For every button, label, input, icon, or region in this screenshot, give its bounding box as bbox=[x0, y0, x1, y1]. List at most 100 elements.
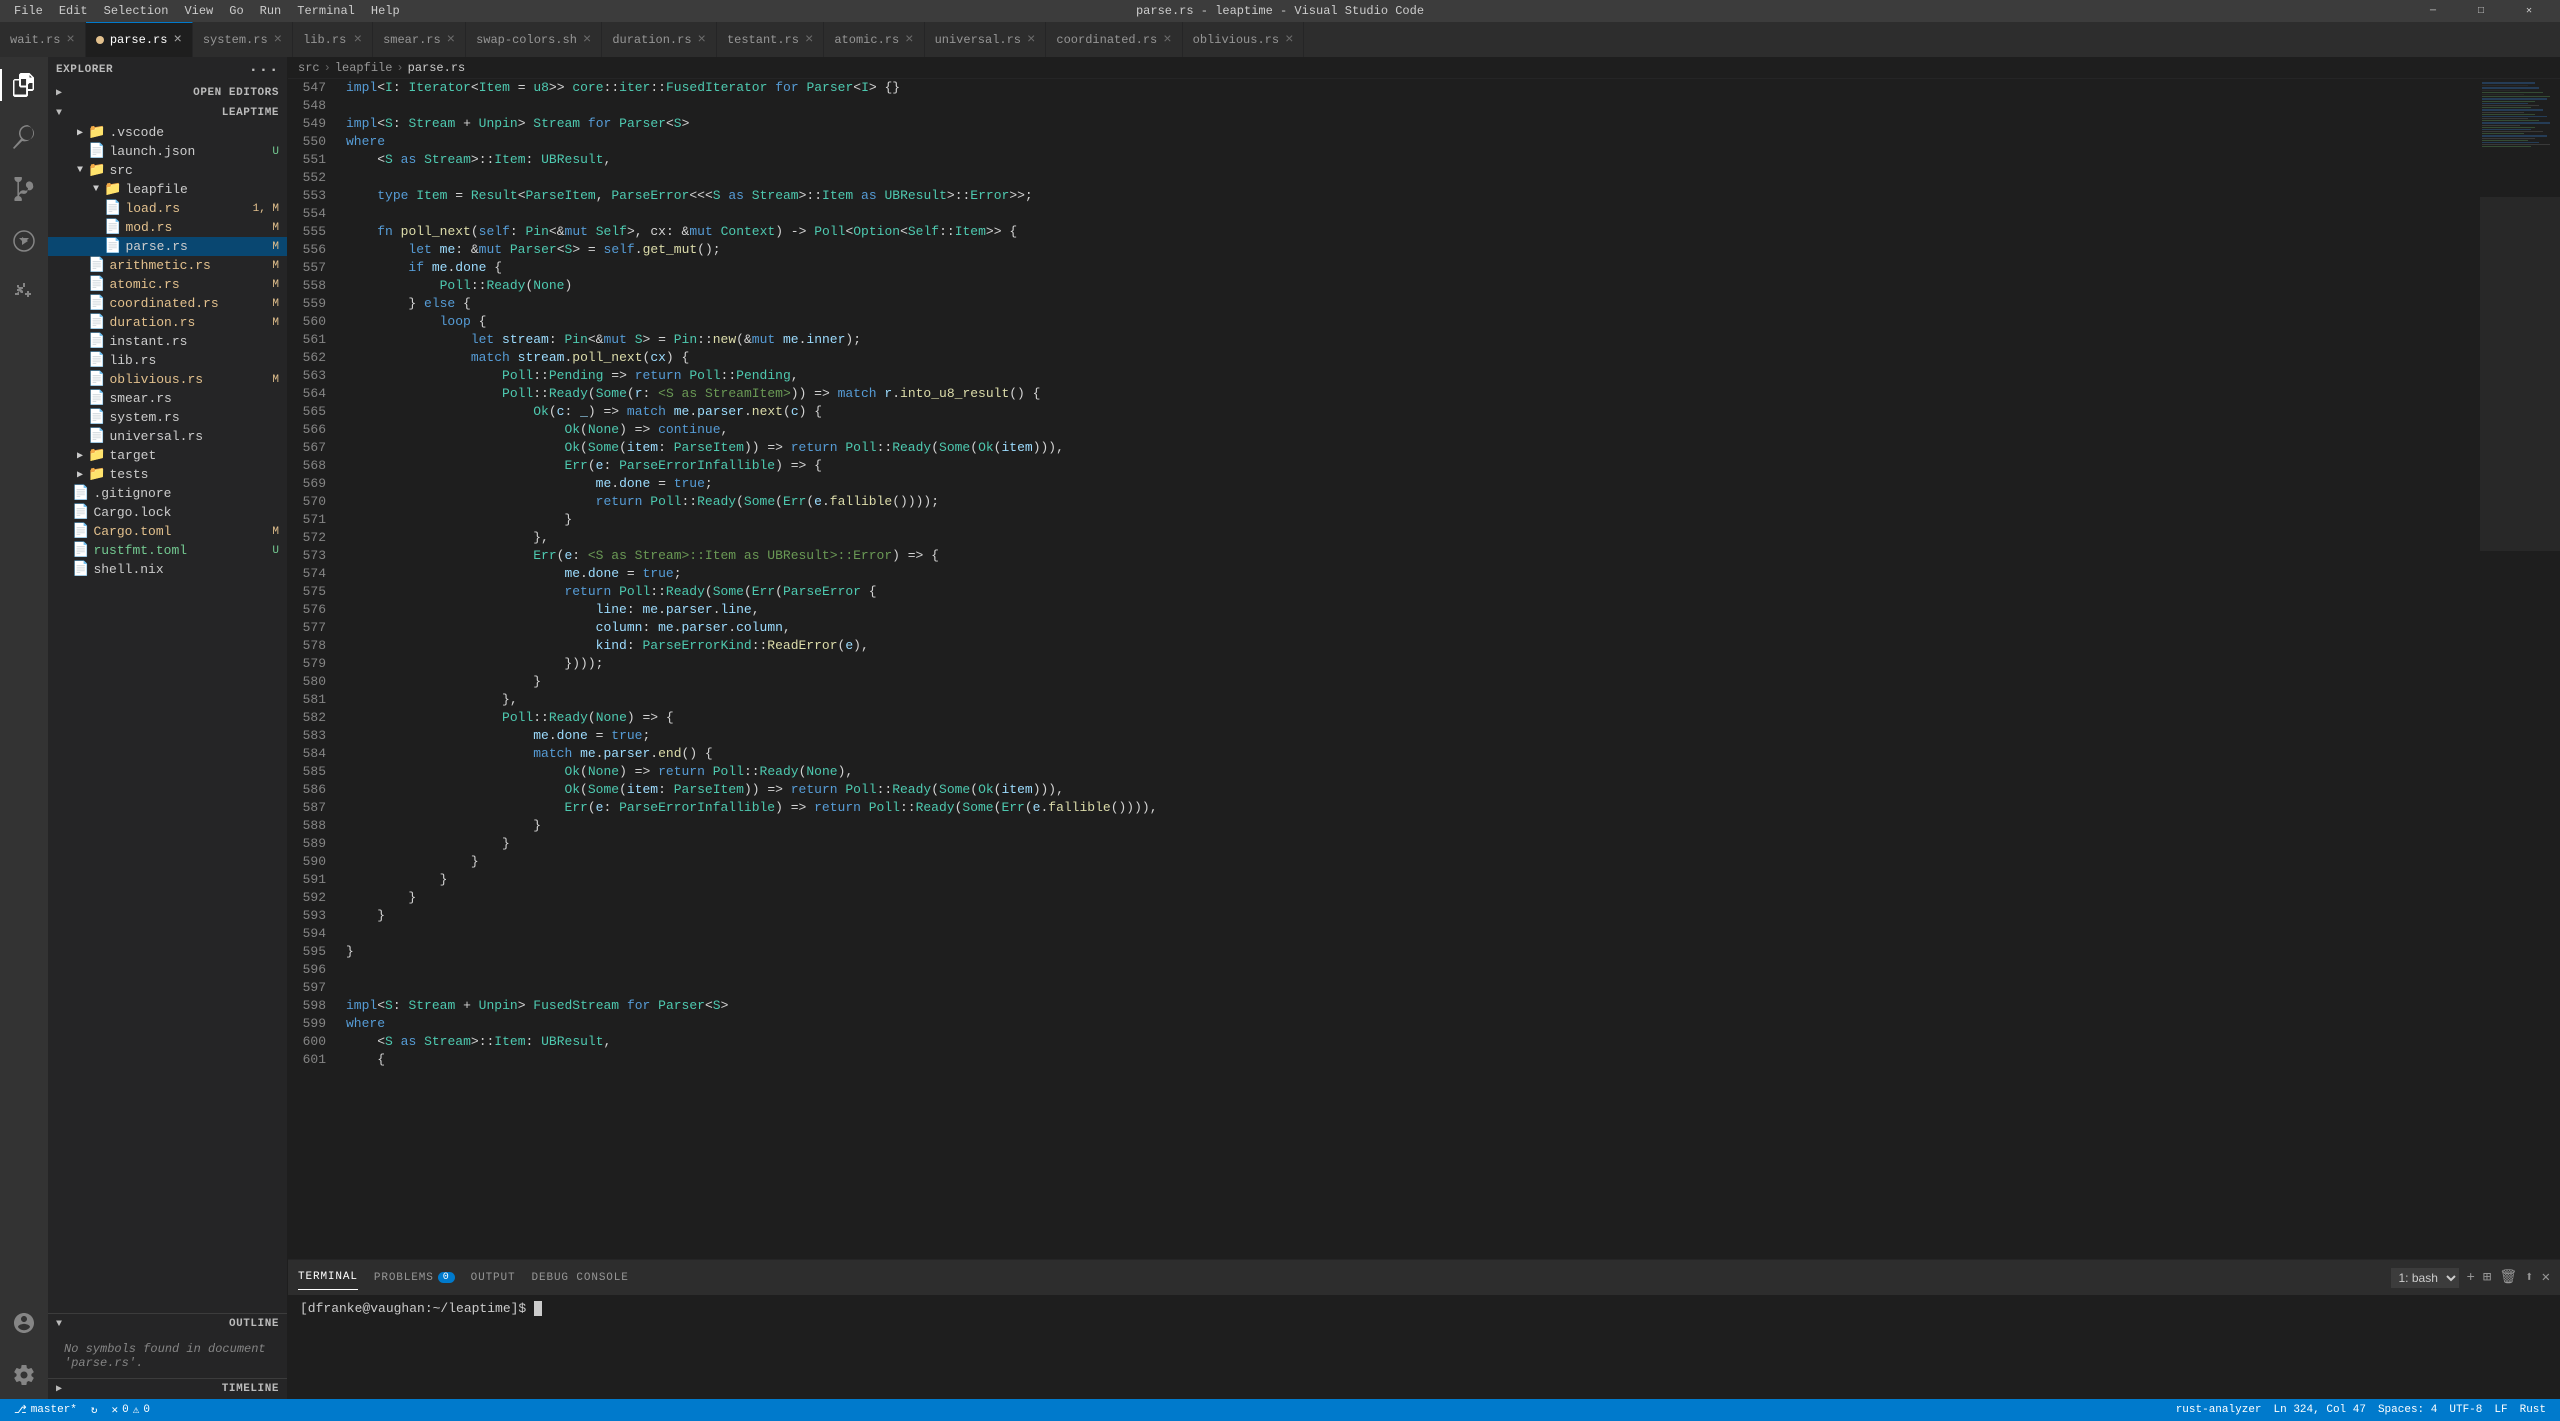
breadcrumb-src[interactable]: src bbox=[298, 61, 320, 75]
tree-item-cargo-lock[interactable]: 📄 Cargo.lock bbox=[48, 503, 287, 522]
tree-item-oblivious-rs[interactable]: 📄 oblivious.rs M bbox=[48, 370, 287, 389]
tab-parse-rs[interactable]: parse.rs × bbox=[86, 22, 193, 57]
tab-close-icon[interactable]: × bbox=[173, 32, 181, 48]
source-control-icon[interactable] bbox=[0, 165, 48, 213]
status-branch[interactable]: ⎇ master* bbox=[8, 1399, 83, 1421]
maximize-button[interactable]: □ bbox=[2458, 0, 2504, 22]
explorer-header[interactable]: EXPLORER ··· bbox=[48, 57, 287, 83]
menu-edit[interactable]: Edit bbox=[53, 2, 94, 20]
menu-selection[interactable]: Selection bbox=[98, 2, 175, 20]
terminal-selector[interactable]: 1: bash bbox=[2391, 1268, 2459, 1288]
tree-item-shell-nix[interactable]: 📄 shell.nix bbox=[48, 560, 287, 579]
tab-debug-console[interactable]: DEBUG CONSOLE bbox=[532, 1266, 629, 1290]
tab-output[interactable]: OUTPUT bbox=[471, 1266, 516, 1290]
tree-item-atomic-rs[interactable]: 📄 atomic.rs M bbox=[48, 275, 287, 294]
tree-item-leapfile[interactable]: ▼ 📁 leapfile bbox=[48, 180, 287, 199]
leaptime-header[interactable]: ▼ LEAPTIME bbox=[48, 103, 287, 123]
close-button[interactable]: ✕ bbox=[2506, 0, 2552, 22]
minimize-button[interactable]: ─ bbox=[2410, 0, 2456, 22]
tree-item-instant-rs[interactable]: 📄 instant.rs bbox=[48, 332, 287, 351]
tab-smear-rs[interactable]: smear.rs × bbox=[373, 22, 466, 57]
tab-universal-rs[interactable]: universal.rs × bbox=[925, 22, 1047, 57]
tab-oblivious-rs[interactable]: oblivious.rs × bbox=[1183, 22, 1305, 57]
tab-close-icon[interactable]: × bbox=[583, 32, 591, 48]
code-editor[interactable]: 547548549550551 552553554555556 55755855… bbox=[288, 79, 2560, 1259]
terminal-close-icon[interactable]: ✕ bbox=[2542, 1269, 2550, 1286]
settings-icon[interactable] bbox=[0, 1351, 48, 1399]
tab-testant-rs[interactable]: testant.rs × bbox=[717, 22, 824, 57]
outline-header[interactable]: ▼ OUTLINE bbox=[48, 1314, 287, 1334]
breadcrumb-separator2: › bbox=[396, 61, 403, 75]
explorer-icon[interactable] bbox=[0, 61, 48, 109]
status-sync[interactable]: ↻ bbox=[85, 1399, 104, 1421]
tab-swap-colors-sh[interactable]: swap-colors.sh × bbox=[466, 22, 602, 57]
tab-close-icon[interactable]: × bbox=[805, 32, 813, 48]
terminal-content[interactable]: [dfranke@vaughan:~/leaptime]$ bbox=[288, 1295, 2560, 1399]
tab-atomic-rs[interactable]: atomic.rs × bbox=[824, 22, 924, 57]
status-encoding[interactable]: UTF-8 bbox=[2443, 1399, 2488, 1421]
status-line-ending[interactable]: LF bbox=[2488, 1399, 2513, 1421]
tree-item-universal-rs[interactable]: 📄 universal.rs bbox=[48, 427, 287, 446]
menu-run[interactable]: Run bbox=[254, 2, 288, 20]
tab-close-icon[interactable]: × bbox=[1285, 32, 1293, 48]
terminal-trash-icon[interactable]: 🗑 bbox=[2499, 1269, 2517, 1286]
tab-problems[interactable]: PROBLEMS 0 bbox=[374, 1266, 455, 1290]
tree-item-lib-rs[interactable]: 📄 lib.rs bbox=[48, 351, 287, 370]
menu-terminal[interactable]: Terminal bbox=[291, 2, 361, 20]
tree-item-tests[interactable]: ▶ 📁 tests bbox=[48, 465, 287, 484]
tree-item-load-rs[interactable]: 📄 load.rs 1, M bbox=[48, 199, 287, 218]
menu-help[interactable]: Help bbox=[365, 2, 406, 20]
tree-item-src[interactable]: ▼ 📁 src bbox=[48, 161, 287, 180]
breadcrumb-parse-rs[interactable]: parse.rs bbox=[408, 61, 466, 75]
menu-file[interactable]: File bbox=[8, 2, 49, 20]
tab-close-icon[interactable]: × bbox=[698, 32, 706, 48]
tree-item-vscode[interactable]: ▶ 📁 .vscode bbox=[48, 123, 287, 142]
run-debug-icon[interactable] bbox=[0, 217, 48, 265]
tab-coordinated-rs[interactable]: coordinated.rs × bbox=[1046, 22, 1182, 57]
status-rust-analyzer[interactable]: rust-analyzer bbox=[2170, 1399, 2268, 1421]
tab-duration-rs[interactable]: duration.rs × bbox=[602, 22, 717, 57]
status-errors[interactable]: ✕ 0 ⚠ 0 bbox=[106, 1399, 156, 1421]
tab-close-icon[interactable]: × bbox=[447, 32, 455, 48]
tree-item-arithmetic-rs[interactable]: 📄 arithmetic.rs M bbox=[48, 256, 287, 275]
status-spaces[interactable]: Spaces: 4 bbox=[2372, 1399, 2443, 1421]
search-icon[interactable] bbox=[0, 113, 48, 161]
file-icon: 📄 bbox=[104, 200, 121, 217]
timeline-header[interactable]: ▶ TIMELINE bbox=[48, 1379, 287, 1399]
breadcrumb-leapfile[interactable]: leapfile bbox=[335, 61, 393, 75]
tree-item-gitignore[interactable]: 📄 .gitignore bbox=[48, 484, 287, 503]
tree-item-rustfmt-toml[interactable]: 📄 rustfmt.toml U bbox=[48, 541, 287, 560]
tree-item-duration-rs[interactable]: 📄 duration.rs M bbox=[48, 313, 287, 332]
tab-close-icon[interactable]: × bbox=[66, 32, 74, 48]
tree-item-launch-json[interactable]: 📄 launch.json U bbox=[48, 142, 287, 161]
accounts-icon[interactable] bbox=[0, 1299, 48, 1347]
tab-close-icon[interactable]: × bbox=[1027, 32, 1035, 48]
terminal-maximize-icon[interactable]: ⬆ bbox=[2525, 1269, 2533, 1286]
tab-close-icon[interactable]: × bbox=[1163, 32, 1171, 48]
tree-item-coordinated-rs[interactable]: 📄 coordinated.rs M bbox=[48, 294, 287, 313]
open-editors-header[interactable]: ▶ OPEN EDITORS bbox=[48, 83, 287, 103]
tab-terminal[interactable]: TERMINAL bbox=[298, 1265, 358, 1290]
menu-view[interactable]: View bbox=[178, 2, 219, 20]
tab-system-rs[interactable]: system.rs × bbox=[193, 22, 293, 57]
menu-go[interactable]: Go bbox=[223, 2, 249, 20]
extensions-icon[interactable] bbox=[0, 269, 48, 317]
tab-close-icon[interactable]: × bbox=[354, 32, 362, 48]
status-position[interactable]: Ln 324, Col 47 bbox=[2268, 1399, 2372, 1421]
tab-close-icon[interactable]: × bbox=[905, 32, 913, 48]
tab-close-icon[interactable]: × bbox=[274, 32, 282, 48]
tab-lib-rs[interactable]: lib.rs × bbox=[293, 22, 373, 57]
tree-item-smear-rs[interactable]: 📄 smear.rs bbox=[48, 389, 287, 408]
code-content[interactable]: impl<I: Iterator<Item = u8>> core::iter:… bbox=[338, 79, 2480, 1259]
terminal-area: TERMINAL PROBLEMS 0 OUTPUT DEBUG CONSOLE… bbox=[288, 1259, 2560, 1399]
tree-item-target[interactable]: ▶ 📁 target bbox=[48, 446, 287, 465]
terminal-add-icon[interactable]: + bbox=[2467, 1270, 2475, 1286]
tree-item-cargo-toml[interactable]: 📄 Cargo.toml M bbox=[48, 522, 287, 541]
tree-item-parse-rs[interactable]: 📄 parse.rs M bbox=[48, 237, 287, 256]
tree-item-mod-rs[interactable]: 📄 mod.rs M bbox=[48, 218, 287, 237]
explorer-more-icon[interactable]: ··· bbox=[249, 61, 279, 79]
status-language[interactable]: Rust bbox=[2514, 1399, 2552, 1421]
terminal-split-icon[interactable]: ⊞ bbox=[2483, 1269, 2491, 1286]
tab-wait-rs[interactable]: wait.rs × bbox=[0, 22, 86, 57]
tree-item-system-rs[interactable]: 📄 system.rs bbox=[48, 408, 287, 427]
